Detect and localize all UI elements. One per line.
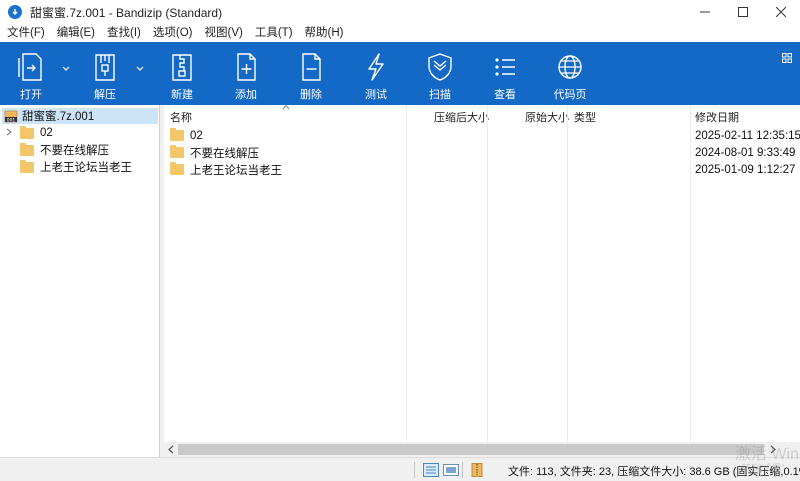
extract-dropdown-chevron-icon[interactable]: [136, 62, 146, 72]
delete-button[interactable]: 删除: [294, 42, 328, 105]
minimize-button[interactable]: [686, 0, 724, 24]
scroll-left-icon[interactable]: [166, 445, 176, 454]
row-modified-date: 2024-08-01 9:33:49: [695, 146, 796, 159]
extract-button[interactable]: 解压: [88, 42, 122, 105]
list-view-icon: [490, 51, 520, 83]
menu-help[interactable]: 帮助(H): [299, 24, 350, 42]
tree-item-label: 上老王论坛当老王: [40, 162, 132, 174]
status-divider: [414, 462, 415, 478]
column-header: 名称 压缩后大小 原始大小 类型 修改日期: [164, 104, 800, 125]
list-row[interactable]: 不要在线解压 2024-08-01 9:33:49: [164, 144, 800, 161]
menu-view[interactable]: 视图(V): [199, 24, 249, 42]
tree-item-label: 不要在线解压: [40, 145, 109, 157]
activation-watermark-sub: 转到"设置": [742, 463, 785, 473]
layout-grid-icon[interactable]: [782, 52, 792, 63]
codepage-button[interactable]: 代码页: [550, 42, 590, 105]
codepage-label: 代码页: [553, 89, 587, 101]
menu-find[interactable]: 查找(I): [101, 24, 147, 42]
list-row[interactable]: 02 2025-02-11 12:35:15: [164, 127, 800, 144]
folder-tree: 001 甜蜜蜜.7z.001 02 不要在线解压 上老王论坛当老王: [0, 105, 160, 457]
toolbar: 打开 解压 新建 添加 删除 测试 扫描 查看 代码页: [0, 42, 800, 105]
list-row[interactable]: 上老王论坛当老王 2025-01-09 1:12:27: [164, 161, 800, 178]
details-view-icon[interactable]: [423, 463, 439, 477]
open-archive-icon: [16, 51, 46, 83]
delete-label: 删除: [300, 89, 322, 101]
folder-icon: [20, 159, 34, 173]
scrollbar-thumb[interactable]: [178, 444, 764, 455]
add-label: 添加: [235, 89, 257, 101]
tree-root-archive[interactable]: 001 甜蜜蜜.7z.001: [2, 108, 158, 124]
maximize-button[interactable]: [724, 0, 762, 24]
folder-icon: [170, 145, 184, 158]
folder-icon: [170, 162, 184, 175]
lightning-icon: [361, 51, 391, 83]
scan-button[interactable]: 扫描: [423, 42, 457, 105]
tree-item-label: 02: [40, 127, 53, 139]
open-label: 打开: [20, 89, 42, 101]
tree-root-label: 甜蜜蜜.7z.001: [22, 111, 95, 123]
new-label: 新建: [171, 89, 193, 101]
add-file-icon: [231, 51, 261, 83]
file-list: 名称 压缩后大小 原始大小 类型 修改日期 02 2025-02-11 12:3…: [164, 104, 800, 457]
row-name: 上老王论坛当老王: [190, 164, 282, 177]
row-name: 02: [190, 129, 203, 142]
horizontal-scrollbar[interactable]: [164, 442, 800, 457]
view-button[interactable]: 查看: [488, 42, 522, 105]
folder-icon: [20, 142, 34, 156]
delete-file-icon: [296, 51, 326, 83]
minimize-icon: [700, 11, 710, 13]
sort-ascending-icon: [282, 104, 290, 110]
open-button[interactable]: 打开: [14, 42, 48, 105]
test-label: 测试: [365, 89, 387, 101]
maximize-icon: [738, 7, 748, 17]
open-dropdown-chevron-icon[interactable]: [62, 62, 72, 72]
svg-text:001: 001: [7, 117, 16, 123]
status-bar: 文件: 113, 文件夹: 23, 压缩文件大小: 38.6 GB (固实压缩,…: [0, 457, 800, 481]
column-type[interactable]: 类型: [574, 109, 596, 125]
add-button[interactable]: 添加: [229, 42, 263, 105]
column-original-size[interactable]: 原始大小: [525, 109, 569, 125]
close-button[interactable]: [762, 0, 800, 24]
window-title: 甜蜜蜜.7z.001 - Bandizip (Standard): [30, 5, 223, 20]
status-divider: [462, 462, 463, 478]
preview-view-icon[interactable]: [443, 463, 459, 477]
row-name: 不要在线解压: [190, 147, 259, 160]
bandizip-app-icon: [8, 5, 22, 19]
new-archive-icon: [167, 51, 197, 83]
extract-label: 解压: [94, 89, 116, 101]
view-label: 查看: [494, 89, 516, 101]
menu-file[interactable]: 文件(F): [0, 24, 51, 42]
menu-tools[interactable]: 工具(T): [249, 24, 299, 42]
close-icon: [776, 7, 786, 17]
shield-icon: [425, 51, 455, 83]
menu-edit[interactable]: 编辑(E): [51, 24, 101, 42]
test-button[interactable]: 测试: [359, 42, 393, 105]
folder-icon: [20, 125, 34, 139]
archive-info-icon[interactable]: [469, 463, 485, 477]
column-name[interactable]: 名称: [170, 109, 192, 125]
row-modified-date: 2025-01-09 1:12:27: [695, 163, 796, 176]
chevron-right-icon[interactable]: [6, 128, 16, 138]
archive-7z-icon: 001: [4, 109, 18, 123]
title-bar: 甜蜜蜜.7z.001 - Bandizip (Standard): [0, 0, 800, 24]
tree-item-02[interactable]: 02: [0, 125, 158, 141]
menu-bar: 文件(F) 编辑(E) 查找(I) 选项(O) 视图(V) 工具(T) 帮助(H…: [0, 24, 800, 42]
column-packed-size[interactable]: 压缩后大小: [434, 109, 489, 125]
tree-item-laowang-forum[interactable]: 上老王论坛当老王: [0, 159, 158, 175]
column-modified-date[interactable]: 修改日期: [695, 109, 739, 125]
new-archive-button[interactable]: 新建: [165, 42, 199, 105]
menu-options[interactable]: 选项(O): [147, 24, 199, 42]
extract-icon: [90, 51, 120, 83]
folder-icon: [170, 128, 184, 141]
scan-label: 扫描: [429, 89, 451, 101]
tree-item-no-online-extract[interactable]: 不要在线解压: [0, 142, 158, 158]
row-modified-date: 2025-02-11 12:35:15: [695, 129, 800, 142]
globe-icon: [555, 51, 585, 83]
